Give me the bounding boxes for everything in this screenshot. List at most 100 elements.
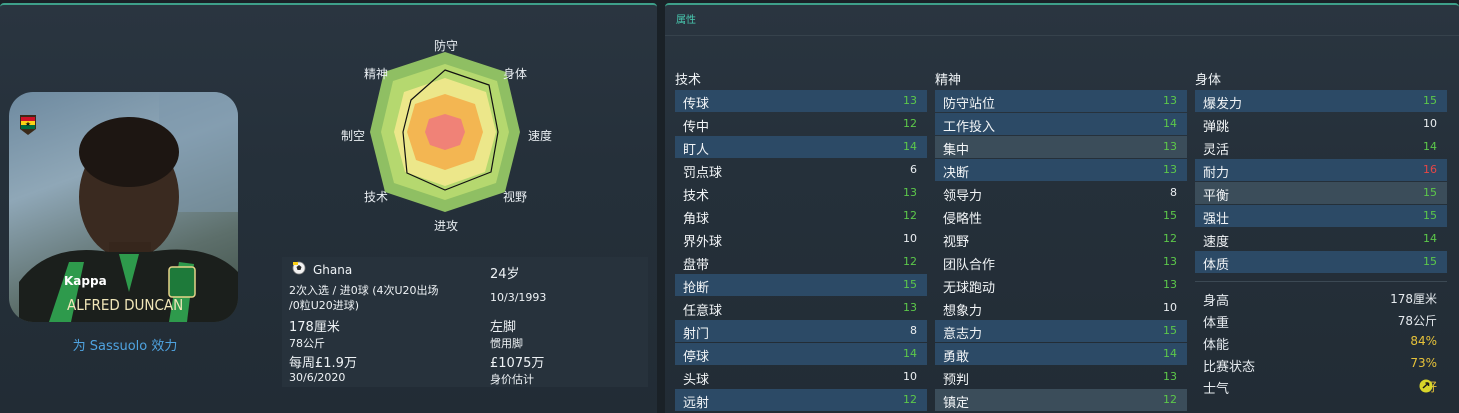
estimated-value: £1075万 xyxy=(490,356,545,371)
mental-attribute-row[interactable]: 预判 13 xyxy=(935,366,1187,388)
technical-attribute-row[interactable]: 抢断 15 xyxy=(675,274,927,296)
attribute-value: 6 xyxy=(910,163,917,176)
technical-attribute-row[interactable]: 罚点球 6 xyxy=(675,159,927,181)
international-caps: 2次入选 / 进0球 (4次U20出场 xyxy=(289,284,439,297)
attribute-name: 平衡 xyxy=(1203,189,1230,204)
technical-attribute-row[interactable]: 界外球 10 xyxy=(675,228,927,250)
bio-row: 体能 84% xyxy=(1195,333,1447,353)
attribute-value: 14 xyxy=(903,140,917,153)
physical-attribute-row[interactable]: 爆发力 15 xyxy=(1195,90,1447,112)
preferred-foot-label: 惯用脚 xyxy=(490,337,523,350)
attribute-value: 12 xyxy=(903,209,917,222)
attributes-tab-title[interactable]: 属性 xyxy=(676,11,696,26)
attribute-name: 射门 xyxy=(683,327,710,342)
radar-label-speed: 速度 xyxy=(528,129,553,143)
technical-attribute-row[interactable]: 角球 12 xyxy=(675,205,927,227)
mental-attribute-row[interactable]: 视野 12 xyxy=(935,228,1187,250)
technical-attribute-row[interactable]: 盘带 12 xyxy=(675,251,927,273)
mental-attribute-row[interactable]: 勇敢 14 xyxy=(935,343,1187,365)
player-age: 24岁 xyxy=(490,267,520,282)
attribute-value: 13 xyxy=(1163,163,1177,176)
physical-attribute-row[interactable]: 灵活 14 xyxy=(1195,136,1447,158)
attribute-value: 14 xyxy=(903,347,917,360)
attribute-name: 决断 xyxy=(943,166,970,181)
mental-attribute-row[interactable]: 工作投入 14 xyxy=(935,113,1187,135)
attribute-name: 界外球 xyxy=(683,235,723,250)
attribute-name: 传球 xyxy=(683,97,710,112)
mental-heading: 精神 xyxy=(935,73,962,88)
attribute-name: 无球跑动 xyxy=(943,281,996,296)
technical-attribute-row[interactable]: 任意球 13 xyxy=(675,297,927,319)
mental-attribute-row[interactable]: 决断 13 xyxy=(935,159,1187,181)
physical-attribute-row[interactable]: 体质 15 xyxy=(1195,251,1447,273)
attribute-value: 13 xyxy=(1163,94,1177,107)
mental-attribute-row[interactable]: 领导力 8 xyxy=(935,182,1187,204)
attribute-name: 领导力 xyxy=(943,189,983,204)
attribute-value: 8 xyxy=(910,324,917,337)
technical-attribute-row[interactable]: 停球 14 xyxy=(675,343,927,365)
mental-attribute-row[interactable]: 无球跑动 13 xyxy=(935,274,1187,296)
attribute-name: 体质 xyxy=(1203,258,1230,273)
attribute-value: 8 xyxy=(1170,186,1177,199)
player-photo: Kappa ALFRED DUNCAN xyxy=(19,92,238,322)
radar-label-technique: 技术 xyxy=(364,190,389,204)
bio-value: 78公斤 xyxy=(1397,314,1437,328)
attribute-name: 预判 xyxy=(943,373,970,388)
attribute-value: 15 xyxy=(1423,94,1437,107)
estimated-value-label: 身价估计 xyxy=(490,373,534,386)
club-line[interactable]: 为 Sassuolo 效力 xyxy=(0,335,250,354)
mental-attribute-row[interactable]: 镇定 12 xyxy=(935,389,1187,411)
mental-attribute-row[interactable]: 想象力 10 xyxy=(935,297,1187,319)
physical-attribute-row[interactable]: 强壮 15 xyxy=(1195,205,1447,227)
portrait-caption: ALFRED DUNCAN xyxy=(67,296,183,314)
attribute-value: 12 xyxy=(903,117,917,130)
attribute-value: 15 xyxy=(1423,186,1437,199)
attributes-panel: 属性 技术 精神 身体 传球 13 传中 12 盯人 14 罚点球 6 技术 13 角球 12 界外球 1… xyxy=(665,3,1459,413)
attribute-value: 10 xyxy=(903,370,917,383)
technical-heading: 技术 xyxy=(675,73,702,88)
attribute-name: 技术 xyxy=(683,189,710,204)
physical-attribute-row[interactable]: 平衡 15 xyxy=(1195,182,1447,204)
attribute-name: 防守站位 xyxy=(943,97,996,112)
technical-attribute-row[interactable]: 技术 13 xyxy=(675,182,927,204)
technical-attribute-row[interactable]: 传中 12 xyxy=(675,113,927,135)
attribute-name: 集中 xyxy=(943,143,970,158)
physical-attribute-row[interactable]: 耐力 16 xyxy=(1195,159,1447,181)
physical-attribute-row[interactable]: 弹跳 10 xyxy=(1195,113,1447,135)
technical-attribute-row[interactable]: 盯人 14 xyxy=(675,136,927,158)
mental-attribute-row[interactable]: 团队合作 13 xyxy=(935,251,1187,273)
mental-attribute-row[interactable]: 意志力 15 xyxy=(935,320,1187,342)
technical-attribute-row[interactable]: 传球 13 xyxy=(675,90,927,112)
physical-attribute-row[interactable]: 速度 14 xyxy=(1195,228,1447,250)
radar-label-defence: 防守 xyxy=(434,39,459,53)
attribute-name: 抢断 xyxy=(683,281,710,296)
attribute-value: 13 xyxy=(903,186,917,199)
radar-label-vision: 视野 xyxy=(503,190,528,204)
mental-attribute-row[interactable]: 集中 13 xyxy=(935,136,1187,158)
bio-row: 身高 178厘米 xyxy=(1195,289,1447,309)
kit-sponsor-text: Kappa xyxy=(64,274,107,288)
mental-attribute-row[interactable]: 侵略性 15 xyxy=(935,205,1187,227)
technical-attribute-row[interactable]: 射门 8 xyxy=(675,320,927,342)
attribute-value: 10 xyxy=(1423,117,1437,130)
physical-heading: 身体 xyxy=(1195,73,1222,88)
attribute-name: 侵略性 xyxy=(943,212,983,227)
nation-name[interactable]: Ghana xyxy=(313,263,352,277)
technical-attribute-row[interactable]: 头球 10 xyxy=(675,366,927,388)
bio-value: 84% xyxy=(1410,334,1437,348)
preferred-foot: 左脚 xyxy=(490,320,517,335)
attribute-name: 速度 xyxy=(1203,235,1230,250)
attribute-name: 工作投入 xyxy=(943,120,996,135)
technical-attribute-row[interactable]: 远射 12 xyxy=(675,389,927,411)
attribute-name: 想象力 xyxy=(943,304,983,319)
attribute-name: 团队合作 xyxy=(943,258,996,273)
attribute-name: 远射 xyxy=(683,396,710,411)
morale-icon xyxy=(1419,379,1433,393)
attribute-name: 角球 xyxy=(683,212,710,227)
attribute-name: 盘带 xyxy=(683,258,710,273)
attribute-value: 13 xyxy=(1163,255,1177,268)
attribute-name: 灵活 xyxy=(1203,143,1230,158)
mental-attribute-row[interactable]: 防守站位 13 xyxy=(935,90,1187,112)
player-dob: 10/3/1993 xyxy=(490,291,547,304)
attribute-name: 停球 xyxy=(683,350,710,365)
